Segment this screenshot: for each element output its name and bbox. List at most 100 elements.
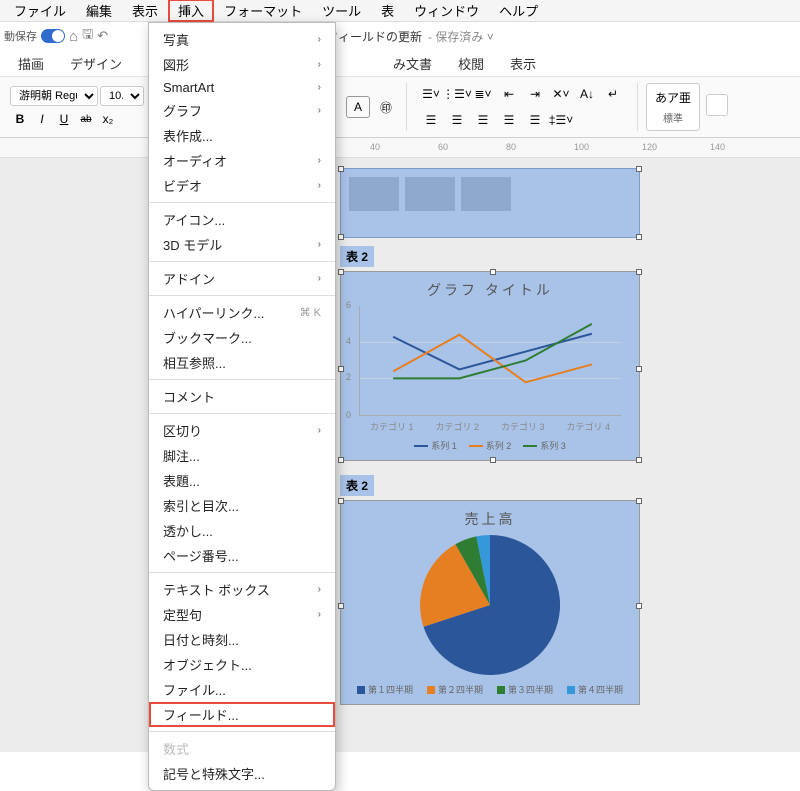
- menu-item-ビデオ[interactable]: ビデオ›: [149, 173, 335, 198]
- menu-item-グラフ[interactable]: グラフ›: [149, 98, 335, 123]
- menu-view[interactable]: 表示: [122, 0, 168, 22]
- menu-item-ハイパーリンク[interactable]: ハイパーリンク...⌘ K: [149, 300, 335, 325]
- line-chart-title: グラフ タイトル: [349, 280, 631, 300]
- show-marks-button[interactable]: ↵: [601, 83, 625, 105]
- menu-item-フィールド[interactable]: フィールド...: [149, 702, 335, 727]
- titlebar: 動保存 ⌂ 🖫 ↶ W フィールドの更新 - 保存済み ˅: [0, 22, 800, 50]
- char-border-button[interactable]: A: [346, 96, 370, 118]
- sort-button[interactable]: A↓: [575, 83, 599, 105]
- menu-item-数式: 数式: [149, 736, 335, 761]
- insert-dropdown-menu: 写真›図形›SmartArt›グラフ›表作成...オーディオ›ビデオ› アイコン.…: [148, 22, 336, 791]
- menu-insert[interactable]: 挿入: [168, 0, 214, 22]
- tab-design[interactable]: デザイン: [60, 52, 132, 75]
- italic-button[interactable]: I: [32, 110, 52, 128]
- menu-item-smartart[interactable]: SmartArt›: [149, 77, 335, 98]
- menu-item-アドイン[interactable]: アドイン›: [149, 266, 335, 291]
- menu-format[interactable]: フォーマット: [214, 0, 312, 22]
- menu-item-3dモデル[interactable]: 3D モデル›: [149, 232, 335, 257]
- menu-item-コメント[interactable]: コメント: [149, 384, 335, 409]
- menu-item-ページ番号[interactable]: ページ番号...: [149, 543, 335, 568]
- menu-item-相互参照[interactable]: 相互参照...: [149, 350, 335, 375]
- font-size-select[interactable]: 10.5: [100, 86, 144, 106]
- distribute-button[interactable]: ☰: [523, 109, 547, 131]
- shortcut-label: ⌘ K: [300, 306, 321, 319]
- menu-item-区切り[interactable]: 区切り›: [149, 418, 335, 443]
- ruler[interactable]: 40 60 80 100 120 140: [0, 138, 800, 158]
- underline-button[interactable]: U: [54, 110, 74, 128]
- line-chart-plot: 0 2 4 6: [359, 306, 621, 416]
- menu-item-写真[interactable]: 写真›: [149, 27, 335, 52]
- chevron-right-icon: ›: [318, 82, 321, 93]
- menu-item-表作成[interactable]: 表作成...: [149, 123, 335, 148]
- line-chart-object[interactable]: グラフ タイトル 0 2 4 6 カテゴリ 1 カテゴリ 2 カテゴリ 3 カテ…: [340, 271, 640, 461]
- menu-item-ブックマーク[interactable]: ブックマーク...: [149, 325, 335, 350]
- align-left-button[interactable]: ☰: [419, 109, 443, 131]
- pie-chart-title: 売上高: [349, 509, 631, 529]
- style-sample: あア亜: [655, 89, 691, 106]
- subscript-button[interactable]: x₂: [98, 110, 118, 128]
- menu-tool[interactable]: ツール: [312, 0, 371, 22]
- menu-item-図形[interactable]: 図形›: [149, 52, 335, 77]
- bullets-button[interactable]: ☰˅: [419, 83, 443, 105]
- font-select[interactable]: 游明朝 Regu...: [10, 86, 98, 106]
- pie-chart-object[interactable]: 売上高 第１四半期 第２四半期 第３四半期 第４四半期: [340, 500, 640, 705]
- chevron-right-icon: ›: [318, 239, 321, 250]
- ribbon-toolbar: 游明朝 Regu... 10.5 B I U ab x₂ A ㊞ ☰˅ ⋮☰˅ …: [0, 76, 800, 138]
- menu-item-索引と目次[interactable]: 索引と目次...: [149, 493, 335, 518]
- chevron-right-icon: ›: [318, 34, 321, 45]
- menu-item-記号と特殊文字[interactable]: 記号と特殊文字...: [149, 761, 335, 786]
- menu-item-日付と時刻[interactable]: 日付と時刻...: [149, 627, 335, 652]
- ruler-tick: 40: [370, 142, 380, 152]
- style-pane-button[interactable]: [706, 94, 728, 116]
- chevron-right-icon: ›: [318, 105, 321, 116]
- autosave-label: 動保存: [4, 28, 37, 44]
- home-icon[interactable]: ⌂: [69, 28, 78, 45]
- menu-help[interactable]: ヘルプ: [489, 0, 548, 22]
- menu-item-表題[interactable]: 表題...: [149, 468, 335, 493]
- align-justify-button[interactable]: ☰: [497, 109, 521, 131]
- ruler-tick: 80: [506, 142, 516, 152]
- undo-icon[interactable]: ↶: [97, 28, 108, 44]
- autosave-toggle[interactable]: [41, 29, 65, 43]
- menu-file[interactable]: ファイル: [4, 0, 76, 22]
- style-normal[interactable]: あア亜 標準: [646, 83, 700, 131]
- asian-layout-button[interactable]: ✕˅: [549, 83, 573, 105]
- tab-references[interactable]: み文書: [383, 52, 442, 75]
- numbering-button[interactable]: ⋮☰˅: [445, 83, 469, 105]
- document-area[interactable]: 表 2 グラフ タイトル 0 2 4 6 カ: [0, 158, 800, 752]
- menu-item-アイコン[interactable]: アイコン...: [149, 207, 335, 232]
- line-chart-legend: 系列 1 系列 2 系列 3: [349, 439, 631, 452]
- menu-item-ファイル[interactable]: ファイル...: [149, 677, 335, 702]
- menu-window[interactable]: ウィンドウ: [404, 0, 489, 22]
- indent-button[interactable]: ⇥: [523, 83, 547, 105]
- align-center-button[interactable]: ☰: [445, 109, 469, 131]
- menu-item-脚注[interactable]: 脚注...: [149, 443, 335, 468]
- menu-item-オブジェクト[interactable]: オブジェクト...: [149, 652, 335, 677]
- chevron-right-icon: ›: [318, 155, 321, 166]
- tab-review[interactable]: 校閲: [448, 52, 494, 75]
- enclose-char-button[interactable]: ㊞: [374, 96, 398, 118]
- menu-table[interactable]: 表: [371, 0, 404, 22]
- bold-button[interactable]: B: [10, 110, 30, 128]
- selected-object-1[interactable]: [340, 168, 640, 238]
- menu-item-オーディオ[interactable]: オーディオ›: [149, 148, 335, 173]
- chevron-right-icon: ›: [318, 180, 321, 191]
- outdent-button[interactable]: ⇤: [497, 83, 521, 105]
- menu-item-定型句[interactable]: 定型句›: [149, 602, 335, 627]
- menu-item-透かし[interactable]: 透かし...: [149, 518, 335, 543]
- line-spacing-button[interactable]: ‡☰˅: [549, 109, 573, 131]
- menu-item-テキストボックス[interactable]: テキスト ボックス›: [149, 577, 335, 602]
- doc-status: - 保存済み ˅: [428, 28, 494, 45]
- tab-draw[interactable]: 描画: [8, 52, 54, 75]
- doc-title: フィールドの更新: [326, 28, 422, 45]
- tab-view2[interactable]: 表示: [500, 52, 546, 75]
- align-right-button[interactable]: ☰: [471, 109, 495, 131]
- save-icon[interactable]: 🖫: [82, 25, 93, 47]
- pie-chart-plot: [420, 535, 560, 675]
- ruler-tick: 140: [710, 142, 725, 152]
- menu-edit[interactable]: 編集: [76, 0, 122, 22]
- ruler-tick: 120: [642, 142, 657, 152]
- chevron-right-icon: ›: [318, 59, 321, 70]
- strike-button[interactable]: ab: [76, 110, 96, 128]
- multilevel-button[interactable]: ≣˅: [471, 83, 495, 105]
